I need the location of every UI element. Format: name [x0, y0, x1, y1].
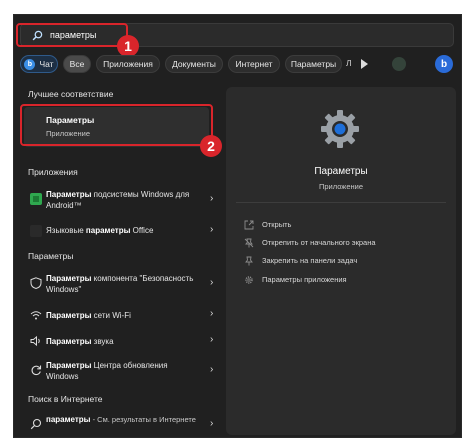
- app-2-bold: параметры: [85, 226, 131, 235]
- filter-apps[interactable]: Приложения: [96, 55, 160, 73]
- annotation-box-search: [16, 23, 128, 47]
- web-bold: параметры: [46, 415, 91, 424]
- pin-icon: [245, 256, 253, 266]
- list-item-sound[interactable]: Параметры звука ›: [24, 333, 214, 349]
- chevron-right-icon: ›: [210, 364, 214, 375]
- list-item-office-language[interactable]: Языковые параметры Office ›: [24, 223, 214, 239]
- filter-web-label: Интернет: [235, 59, 273, 69]
- setting-1-bold: Параметры: [46, 274, 92, 283]
- chevron-right-icon: ›: [210, 418, 214, 429]
- shield-icon: [30, 277, 42, 289]
- unpin-icon: [244, 238, 254, 248]
- setting-4-bold: Параметры: [46, 361, 92, 370]
- filter-all-label: Все: [69, 59, 85, 69]
- action-open-label: Открыть: [262, 220, 292, 229]
- chevron-right-icon: ›: [210, 334, 214, 345]
- filter-web[interactable]: Интернет: [228, 55, 280, 73]
- filter-chat-label: Чат: [39, 59, 54, 69]
- details-title: Параметры: [314, 166, 368, 177]
- filter-settings-label: Параметры: [290, 59, 337, 69]
- web-rest: - См. результаты в Интернете: [90, 415, 196, 424]
- chevron-right-icon: ›: [210, 193, 214, 204]
- refresh-icon: [31, 365, 42, 376]
- list-item-android-subsystem[interactable]: Параметры подсистемы Windows для Android…: [24, 187, 214, 213]
- search-icon: [30, 418, 42, 430]
- setting-2-bold: Параметры: [46, 311, 92, 320]
- action-unpin-start-label: Открепить от начального экрана: [262, 238, 376, 247]
- action-pin-taskbar-label: Закрепить на панели задач: [262, 256, 358, 265]
- setting-3-bold: Параметры: [46, 337, 92, 346]
- gear-icon: [321, 110, 359, 148]
- windows-search-window: 1 b Чат Все Приложения Документы Интерне…: [13, 14, 462, 438]
- setting-2-rest: сети Wi-Fi: [91, 311, 131, 320]
- filter-documents-label: Документы: [172, 59, 216, 69]
- action-unpin-start[interactable]: Открепить от начального экрана: [244, 237, 444, 251]
- action-open[interactable]: Открыть: [244, 219, 444, 233]
- section-web: Поиск в Интернете: [28, 394, 103, 404]
- action-app-settings[interactable]: Параметры приложения: [244, 274, 444, 288]
- filter-settings[interactable]: Параметры: [285, 55, 342, 73]
- annotation-step-1: 1: [117, 35, 139, 57]
- wifi-icon: [30, 311, 42, 320]
- chevron-right-icon: ›: [210, 277, 214, 288]
- action-pin-taskbar[interactable]: Закрепить на панели задач: [244, 255, 444, 269]
- filter-chat[interactable]: b Чат: [20, 55, 58, 73]
- play-icon[interactable]: [361, 59, 368, 69]
- app-1-bold: Параметры: [46, 190, 92, 199]
- bing-icon[interactable]: b: [435, 55, 453, 73]
- setting-3-rest: звука: [91, 337, 114, 346]
- filter-documents[interactable]: Документы: [165, 55, 223, 73]
- android-icon: [30, 193, 42, 205]
- speaker-icon: [30, 335, 40, 347]
- details-pane: Параметры Приложение Открыть Открепить о…: [226, 87, 456, 435]
- list-item-wifi[interactable]: Параметры сети Wi-Fi ›: [24, 307, 214, 323]
- annotation-step-2: 2: [200, 135, 222, 157]
- section-best-match: Лучшее соответствие: [28, 89, 114, 99]
- list-item-windows-security[interactable]: Параметры компонента "Безопасность Windo…: [24, 271, 214, 297]
- details-subtitle: Приложение: [319, 182, 363, 191]
- filter-bar: b Чат Все Приложения Документы Интернет …: [20, 55, 460, 73]
- section-settings: Параметры: [28, 251, 74, 261]
- section-apps: Приложения: [28, 167, 78, 177]
- gear-icon: [245, 276, 253, 284]
- app-2-rest: Office: [130, 226, 154, 235]
- action-app-settings-label: Параметры приложения: [262, 275, 347, 284]
- filter-overflow-label: Л: [346, 58, 352, 68]
- divider: [236, 202, 446, 203]
- filter-apps-label: Приложения: [103, 59, 153, 69]
- annotation-box-best-match: [20, 104, 213, 146]
- list-item-windows-update[interactable]: Параметры Центра обновления Windows ›: [24, 358, 214, 384]
- office-icon: [30, 225, 42, 237]
- avatar[interactable]: [392, 57, 406, 71]
- bing-chat-icon: b: [24, 58, 36, 70]
- app-2-pre: Языковые: [46, 226, 86, 235]
- open-external-icon: [244, 220, 254, 230]
- chevron-right-icon: ›: [210, 308, 214, 319]
- chevron-right-icon: ›: [210, 224, 214, 235]
- filter-all[interactable]: Все: [63, 55, 91, 73]
- list-item-web-search[interactable]: параметры - См. результаты в Интернете ›: [24, 413, 214, 437]
